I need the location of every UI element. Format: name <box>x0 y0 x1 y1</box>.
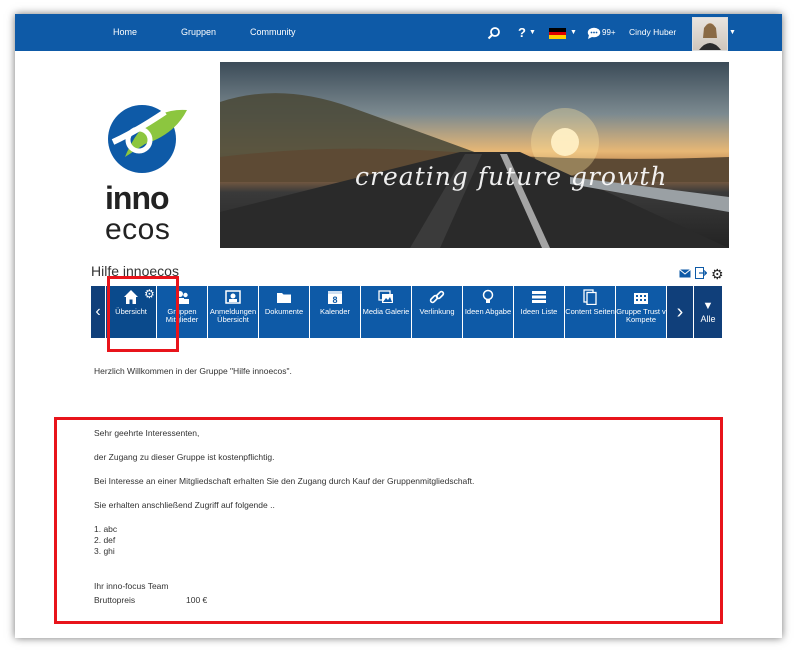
tab-gruppen-mitglieder[interactable]: Gruppen Mitglieder <box>157 286 207 338</box>
notification-count-badge[interactable]: 99+ <box>602 14 616 51</box>
signature-text: Ihr inno-focus Team <box>94 581 169 591</box>
tab-dokumente[interactable]: Dokumente <box>259 286 309 338</box>
gear-icon[interactable]: ⚙ <box>711 266 724 283</box>
calendar-icon: 8 <box>327 289 343 305</box>
welcome-message: Herzlich Willkommen in der Gruppe "Hilfe… <box>94 366 292 376</box>
lightbulb-icon <box>480 289 496 305</box>
gallery-icon <box>378 289 394 305</box>
tab-label: Übersicht <box>115 307 147 316</box>
tabs-scroll-right-button[interactable]: › <box>667 286 693 338</box>
logo-text-ecos: ecos <box>105 213 171 246</box>
logo-mark-icon <box>108 105 187 173</box>
hero-banner-image: creating future growth <box>220 62 729 248</box>
tabs-scroll-left-button[interactable]: ‹ <box>91 286 105 338</box>
nav-community-link[interactable]: Community <box>250 14 296 51</box>
nav-groups-link[interactable]: Gruppen <box>181 14 216 51</box>
price-value: 100 € <box>186 595 208 605</box>
chat-bubble-icon[interactable] <box>587 14 601 51</box>
leave-group-icon[interactable] <box>695 267 708 282</box>
nav-home-link[interactable]: Home <box>113 14 137 51</box>
search-icon[interactable] <box>487 14 501 51</box>
tab-label: Kalender <box>319 307 351 316</box>
logo-text-inno: inno <box>105 180 170 216</box>
innoecos-logo: inno ecos <box>105 102 187 246</box>
group-title: Hilfe innoecos <box>91 263 179 279</box>
tab-label: Gruppe Trust v Kompete <box>616 307 666 324</box>
list-item: 2. def <box>94 535 116 545</box>
tab-label: Anmeldungen Übersicht <box>209 307 257 324</box>
link-icon <box>429 289 445 305</box>
list-item: 1. abc <box>94 524 118 534</box>
mail-icon[interactable] <box>679 268 691 281</box>
calendar-day-number: 8 <box>332 295 338 305</box>
users-icon <box>174 289 190 305</box>
app-window: Home Gruppen Community ? ▼ ▼ 99+ Cindy H… <box>15 14 782 638</box>
salutation-text: Sehr geehrte Interessenten, <box>94 428 200 438</box>
home-icon <box>123 289 139 305</box>
help-icon[interactable]: ? <box>518 14 526 51</box>
tab-media-galerie[interactable]: Media Galerie <box>361 286 411 338</box>
all-tabs-dropdown-button[interactable]: ▼ Alle <box>694 286 722 338</box>
building-icon <box>633 289 649 305</box>
group-header-actions: ⚙ <box>679 266 724 283</box>
avatar[interactable] <box>692 17 728 51</box>
tab-label: Media Galerie <box>362 307 410 316</box>
info-text-access: Sie erhalten anschließend Zugriff auf fo… <box>94 500 275 510</box>
tab-anmeldungen-uebersicht[interactable]: Anmeldungen Übersicht <box>208 286 258 338</box>
tab-content-seiten[interactable]: Content Seiten <box>565 286 615 338</box>
tab-uebersicht[interactable]: Übersicht ⚙ <box>106 286 156 338</box>
tab-label: Ideen Liste <box>520 307 558 316</box>
tab-label: Ideen Abgabe <box>464 307 512 316</box>
user-menu-caret-icon[interactable]: ▼ <box>729 14 736 51</box>
help-dropdown-caret-icon[interactable]: ▼ <box>529 14 536 51</box>
tab-label: Dokumente <box>264 307 304 316</box>
language-dropdown-caret-icon[interactable]: ▼ <box>570 14 577 51</box>
tab-kalender[interactable]: 8 Kalender <box>310 286 360 338</box>
german-flag-icon[interactable] <box>549 28 566 39</box>
tab-gruppe-trust[interactable]: Gruppe Trust v Kompete <box>616 286 666 338</box>
price-label: Bruttopreis <box>94 595 136 605</box>
tab-label: Verlinkung <box>419 307 455 316</box>
pages-icon <box>582 289 598 306</box>
group-tab-bar: ‹ Übersicht ⚙ Gruppen Mitglieder Anmeldu… <box>91 286 722 338</box>
info-text-membership: Bei Interesse an einer Mitgliedschaft er… <box>94 476 475 486</box>
chevron-down-icon: ▼ <box>702 300 714 312</box>
top-navigation-bar: Home Gruppen Community ? ▼ ▼ 99+ Cindy H… <box>15 14 782 51</box>
price-row: Bruttopreis 100 € <box>94 595 714 606</box>
list-icon <box>531 289 547 305</box>
user-name[interactable]: Cindy Huber <box>629 14 676 51</box>
tab-settings-gear-icon[interactable]: ⚙ <box>144 287 155 301</box>
info-text-paid-access: der Zugang zu dieser Gruppe ist kostenpf… <box>94 452 275 462</box>
registrations-icon <box>225 289 241 305</box>
folder-icon <box>276 289 292 305</box>
list-item: 3. ghi <box>94 546 115 556</box>
tab-ideen-liste[interactable]: Ideen Liste <box>514 286 564 338</box>
all-tabs-label: Alle <box>700 314 716 324</box>
hero-tagline: creating future growth <box>355 162 668 191</box>
tab-label: Gruppen Mitglieder <box>165 307 199 324</box>
tab-ideen-abgabe[interactable]: Ideen Abgabe <box>463 286 513 338</box>
tab-label: Content Seiten <box>565 307 615 316</box>
tab-verlinkung[interactable]: Verlinkung <box>412 286 462 338</box>
membership-info-panel: Sehr geehrte Interessenten, der Zugang z… <box>94 428 714 606</box>
